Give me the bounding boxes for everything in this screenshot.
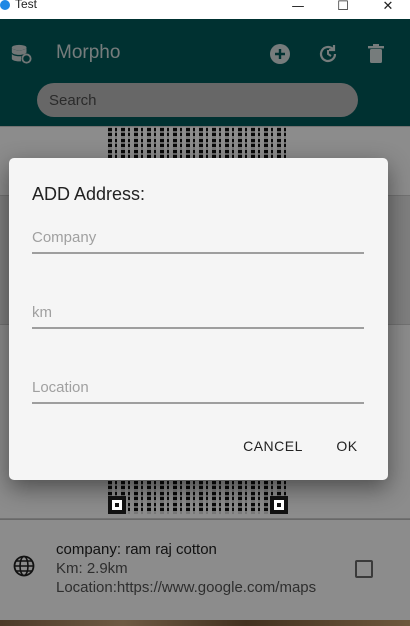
qr-finder-pattern <box>108 496 126 514</box>
window-title: Test <box>15 0 38 11</box>
qr-finder-pattern <box>270 496 288 514</box>
ok-button[interactable]: OK <box>331 432 363 460</box>
company-field[interactable] <box>32 224 364 254</box>
km-input[interactable] <box>32 299 364 325</box>
add-address-dialog: ADD Address: CANCEL OK <box>9 158 388 480</box>
close-window-button[interactable]: ✕ <box>366 0 410 16</box>
cancel-button[interactable]: CANCEL <box>241 432 305 460</box>
dialog-title: ADD Address: <box>32 184 146 204</box>
app-icon <box>0 0 10 10</box>
minimize-button[interactable]: — <box>276 0 320 16</box>
company-input[interactable] <box>32 224 364 250</box>
location-field[interactable] <box>32 374 364 404</box>
location-input[interactable] <box>32 374 364 400</box>
km-field[interactable] <box>32 299 364 329</box>
window-title-bar: Test — ☐ ✕ <box>0 0 410 19</box>
maximize-button[interactable]: ☐ <box>321 0 365 16</box>
